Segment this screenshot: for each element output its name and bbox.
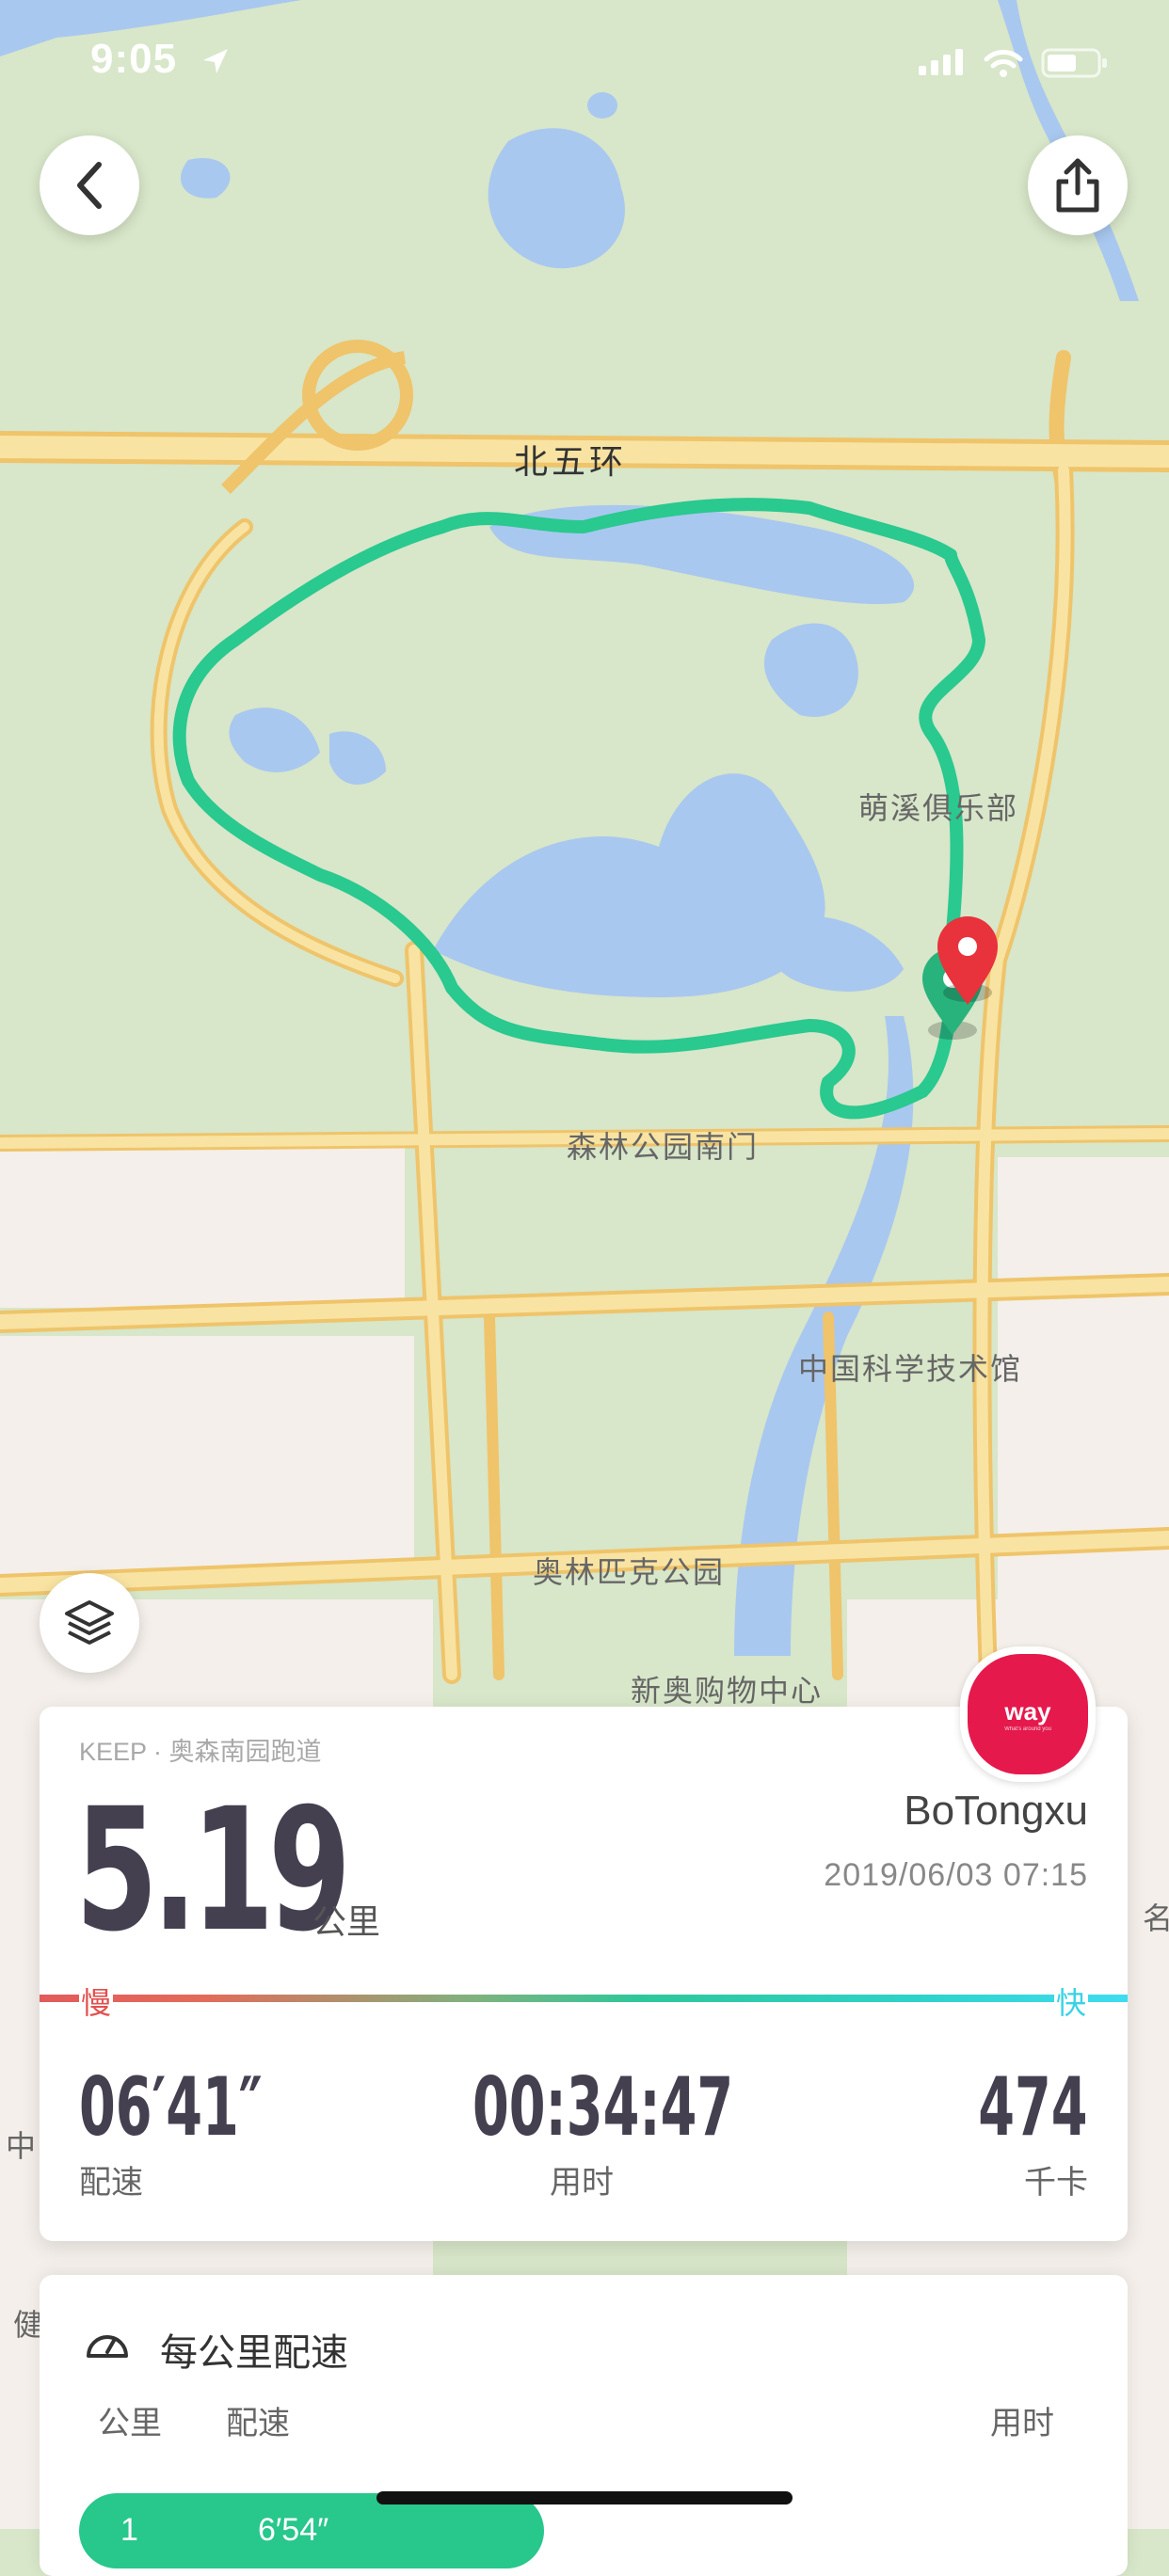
map-label-north-fifth-ring: 北五环 (514, 442, 628, 481)
pace-fast-label: 快 (1053, 1980, 1088, 2023)
map-layers-button[interactable] (40, 1573, 139, 1673)
splits-title: 每公里配速 (160, 2332, 348, 2374)
splits-col-time: 用时 (990, 2406, 1054, 2441)
battery-icon (1041, 48, 1107, 78)
share-button[interactable] (1028, 135, 1128, 235)
stat-duration-value: 00:34:47 (472, 2060, 734, 2155)
map-label-science-museum: 中国科学技术馆 (798, 1352, 1023, 1386)
distance-value: 5.19 (75, 1773, 351, 1969)
km-splits-card: 每公里配速 公里 配速 用时 1 6′54″ (40, 2275, 1128, 2576)
distance-unit: 公里 (312, 1902, 381, 1941)
location-arrow-icon (203, 49, 228, 73)
chevron-left-icon (77, 162, 102, 209)
wifi-icon (984, 50, 1023, 77)
map-label-forest-park-south-gate: 森林公园南门 (567, 1130, 760, 1164)
map-label-edge-left-mid: 中 (6, 2129, 39, 2163)
stat-duration-label: 用时 (550, 2165, 614, 2201)
back-button[interactable] (40, 135, 139, 235)
status-time: 9:05 (90, 36, 178, 82)
layers-icon (65, 1600, 114, 1645)
badge-subtext: What's around you (1004, 1725, 1051, 1732)
status-bar: 9:05 (0, 0, 1169, 122)
split-km: 1 (120, 2512, 138, 2548)
end-pin-icon (937, 916, 998, 1005)
run-datetime: 2019/06/03 07:15 (824, 1857, 1088, 1893)
way-badge-logo[interactable]: way What's around you (960, 1646, 1096, 1782)
map-label-edge-right: 名 (1143, 1901, 1169, 1935)
map-label-xinao-mall: 新奥购物中心 (631, 1674, 824, 1708)
run-source: KEEP · 奥森南园跑道 (79, 1738, 322, 1766)
run-summary-card: KEEP · 奥森南园跑道 5.19 公里 BoTongxu 2019/06/0… (40, 1707, 1128, 2241)
splits-col-km: 公里 (98, 2406, 162, 2441)
stat-pace-value: 06′41″ (79, 2060, 263, 2155)
stat-pace-label: 配速 (79, 2165, 143, 2201)
map-label-mengxi-club: 萌溪俱乐部 (858, 791, 1019, 825)
badge-text: way (1004, 1696, 1051, 1725)
speedometer-icon (87, 2335, 128, 2358)
stat-calories-label: 千卡 (1024, 2165, 1088, 2201)
split-row: 1 6′54″ (79, 2493, 544, 2568)
stat-calories-value: 474 (978, 2060, 1088, 2155)
home-indicator[interactable] (376, 2491, 793, 2504)
pace-slow-label: 慢 (79, 1980, 114, 2023)
status-icons (917, 47, 1109, 79)
pace-gradient-bar (40, 1995, 1128, 2002)
map-label-olympic-park: 奥林匹克公园 (533, 1555, 726, 1589)
signal-icon (919, 49, 963, 75)
splits-col-pace: 配速 (226, 2406, 290, 2441)
share-icon (1056, 158, 1099, 213)
split-pace: 6′54″ (258, 2512, 329, 2548)
username: BoTongxu (904, 1788, 1088, 1834)
